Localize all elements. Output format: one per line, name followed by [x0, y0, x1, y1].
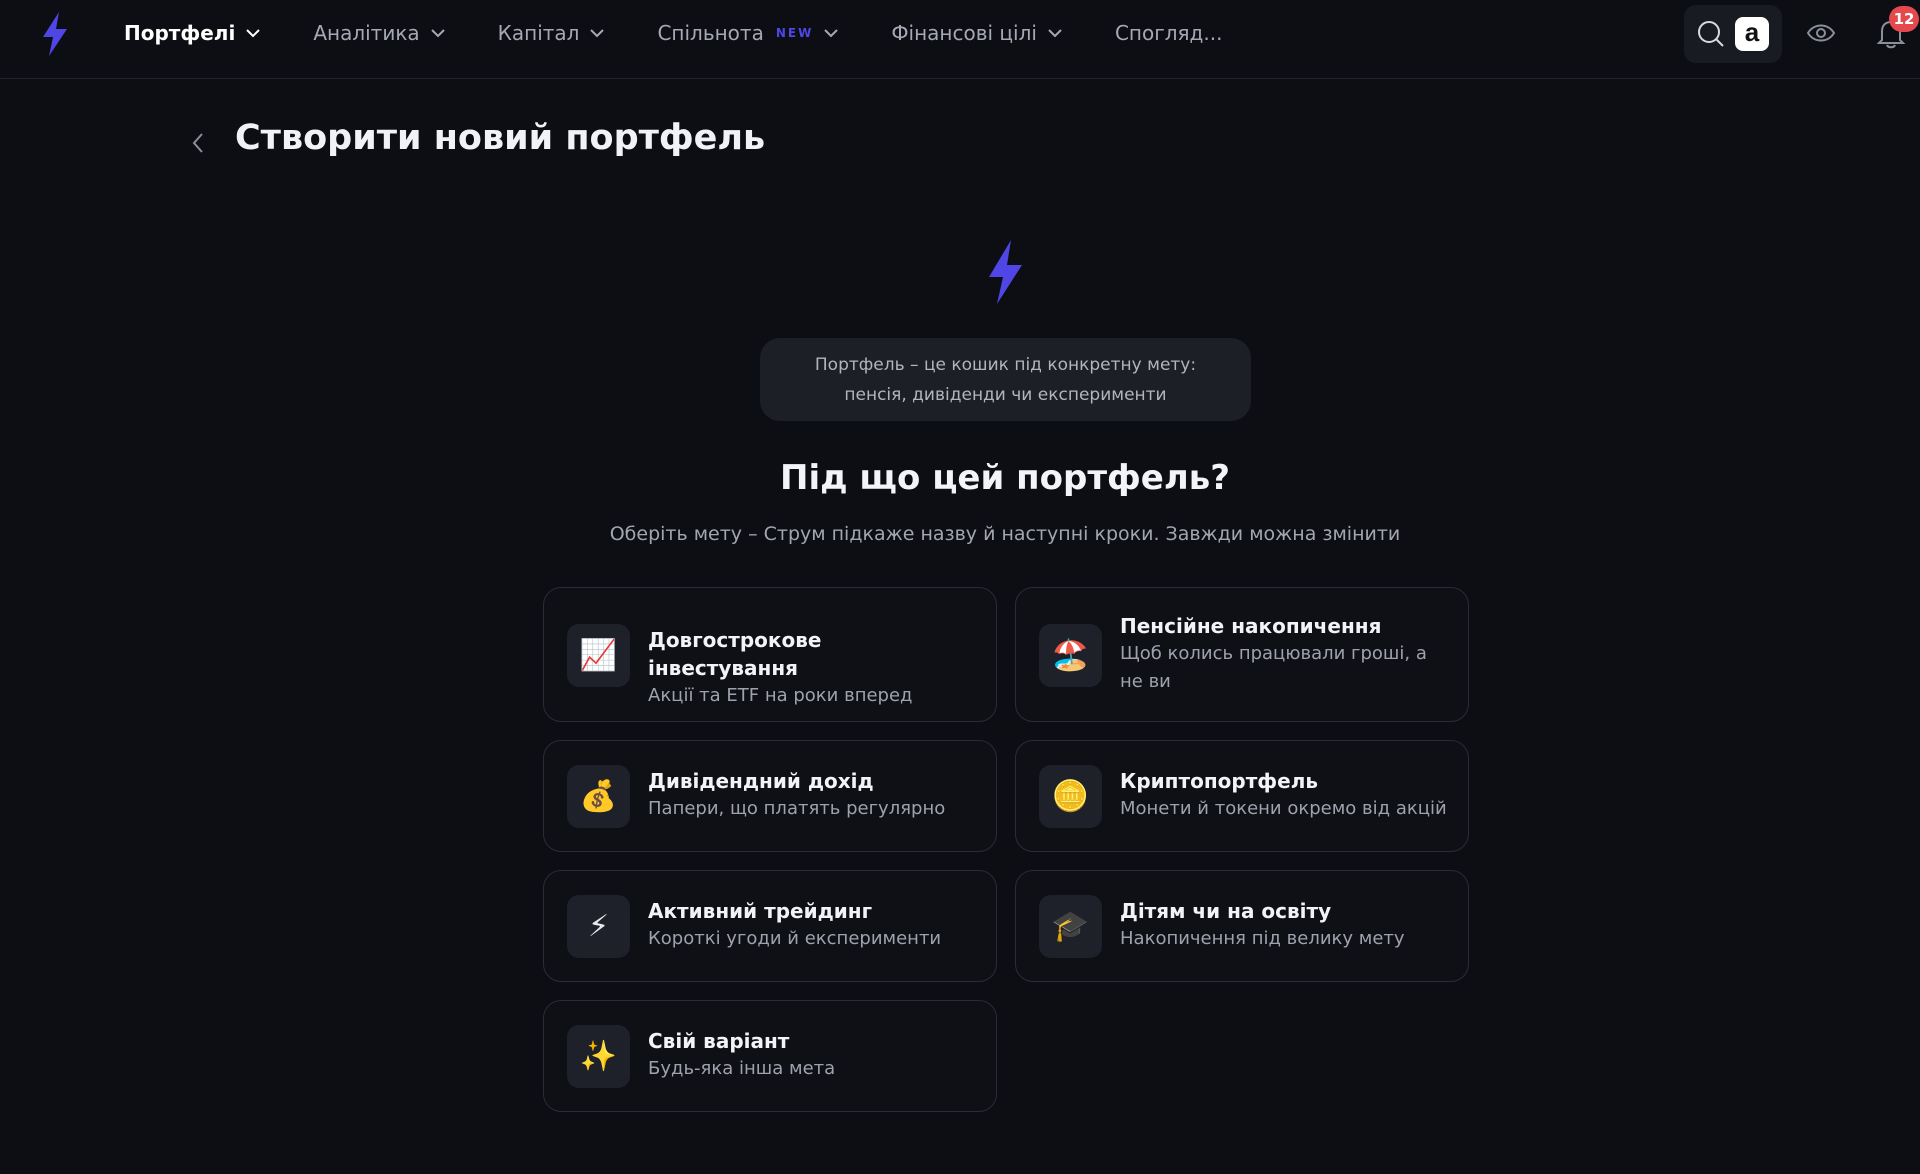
nav-item-observation[interactable]: Спогляд...: [1115, 21, 1247, 45]
notification-badge: 12: [1889, 6, 1919, 32]
toolbox: a: [1684, 5, 1782, 63]
chevron-down-icon: [430, 29, 445, 38]
search-icon[interactable]: [1697, 20, 1725, 48]
nav-item-financial-goals[interactable]: Фінансові цілі: [891, 21, 1063, 45]
nav-item-capital[interactable]: Капітал: [498, 21, 606, 45]
goal-card-title: Свій варіант: [648, 1029, 790, 1053]
goal-card-crypto[interactable]: 🪙 Криптопортфель Монети й токени окремо …: [1015, 740, 1469, 852]
goal-card-description: Щоб колись працювали гроші, а не ви: [1120, 643, 1427, 692]
money-bag-icon: 💰: [567, 765, 630, 828]
goal-question-title: Під що цей портфель?: [780, 458, 1230, 498]
chevron-down-icon: [246, 29, 261, 38]
lightning-icon: ⚡: [567, 895, 630, 958]
goal-card-dividends[interactable]: 💰 Дивідендний дохід Папери, що платять р…: [543, 740, 997, 852]
goal-card-custom[interactable]: ✨ Свій варіант Будь-яка інша мета: [543, 1000, 997, 1112]
goal-card-title: Дивідендний дохід: [648, 769, 874, 793]
nav-item-portfolios[interactable]: Портфелі: [124, 21, 261, 45]
chevron-down-icon: [590, 29, 605, 38]
graduation-cap-icon: 🎓: [1039, 895, 1102, 958]
brand-lightning-icon: [989, 240, 1022, 304]
goal-card-title: Довгострокове інвестування: [648, 628, 822, 680]
goal-card-title: Дітям чи на освіту: [1120, 899, 1332, 923]
goal-card-description: Будь-яка інша мета: [648, 1058, 836, 1079]
goal-card-title: Пенсійне накопичення: [1120, 614, 1382, 638]
chevron-down-icon: [1048, 29, 1062, 38]
goal-card-description: Акції та ETF на роки вперед: [648, 685, 913, 706]
goal-card-education[interactable]: 🎓 Дітям чи на освіту Накопичення під вел…: [1015, 870, 1469, 982]
sparkles-icon: ✨: [567, 1025, 630, 1088]
main-nav: Портфелі Аналітика Капітал Спільнота NEW…: [124, 0, 1247, 66]
nav-item-label: Спільнота: [657, 21, 764, 45]
goal-card-description: Папери, що платять регулярно: [648, 798, 946, 819]
goal-card-title: Криптопортфель: [1120, 769, 1318, 793]
goal-question-subtitle: Оберіть мету – Струм підкаже назву й нас…: [609, 523, 1401, 545]
intro-line-2: пенсія, дивіденди чи експерименти: [844, 384, 1167, 405]
top-navigation: Портфелі Аналітика Капітал Спільнота NEW…: [0, 0, 1920, 79]
nav-item-analytics[interactable]: Аналітика: [313, 21, 445, 45]
beach-umbrella-icon: 🏖️: [1039, 624, 1102, 687]
chevron-down-icon: [824, 29, 839, 38]
back-chevron-icon[interactable]: [190, 131, 206, 155]
goal-card-title: Активний трейдинг: [648, 899, 873, 923]
goal-card-retirement[interactable]: 🏖️ Пенсійне накопичення Щоб колись працю…: [1015, 587, 1469, 722]
goal-card-long-term[interactable]: 📈 Довгострокове інвестування Акції та ET…: [543, 587, 997, 722]
nav-item-label: Аналітика: [313, 21, 420, 45]
page-title: Створити новий портфель: [235, 118, 766, 158]
intro-bubble: Портфель – це кошик під конкретну мету: …: [760, 338, 1251, 421]
intro-line-1: Портфель – це кошик під конкретну мету:: [814, 354, 1197, 375]
coin-icon: 🪙: [1039, 765, 1102, 828]
nav-item-label: Капітал: [497, 21, 580, 45]
chart-increasing-icon: 📈: [567, 624, 630, 687]
amazon-icon[interactable]: a: [1735, 17, 1769, 51]
goal-card-description: Короткі угоди й експерименти: [648, 928, 942, 949]
nav-item-label: Портфелі: [124, 21, 236, 45]
nav-item-label: Фінансові цілі: [891, 21, 1037, 45]
new-badge: NEW: [775, 26, 814, 40]
nav-item-community[interactable]: Спільнота NEW: [657, 21, 839, 45]
goal-card-description: Монети й токени окремо від акцій: [1120, 798, 1447, 819]
logo-lightning-icon[interactable]: [40, 12, 70, 56]
eye-icon[interactable]: [1806, 20, 1836, 46]
goal-card-active-trading[interactable]: ⚡ Активний трейдинг Короткі угоди й експ…: [543, 870, 997, 982]
goal-card-description: Накопичення під велику мету: [1120, 928, 1405, 949]
